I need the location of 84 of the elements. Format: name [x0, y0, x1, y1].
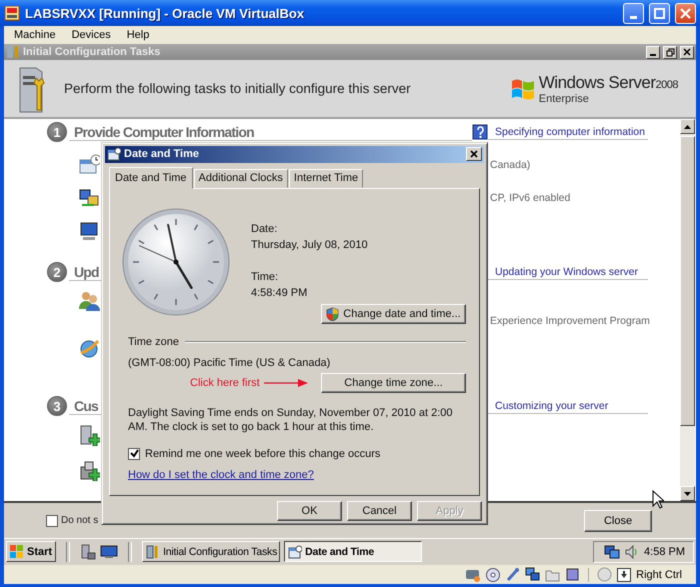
dialog-button[interactable]: Cancel: [347, 501, 412, 521]
task-detail: Canada): [490, 158, 532, 170]
close-button[interactable]: [466, 147, 482, 162]
network-icon[interactable]: [604, 544, 620, 558]
date-value: Thursday, July 08, 2010: [251, 238, 368, 253]
monitor-icon[interactable]: [78, 220, 100, 242]
calendar-icon: [107, 147, 121, 162]
close-icon: [680, 8, 691, 18]
help-link[interactable]: Specifying computer information: [488, 124, 645, 138]
task-detail: Experience Improvement Program: [490, 315, 651, 327]
check-icon: [130, 449, 138, 458]
close-icon: [682, 48, 692, 56]
annotation-arrow: [264, 378, 308, 387]
product-name: Windows Server2008: [538, 72, 678, 92]
volume-icon[interactable]: [625, 544, 640, 558]
scroll-up-icon: [684, 124, 691, 128]
calendar-clock-icon[interactable]: [78, 154, 100, 176]
calendar-icon: [288, 544, 302, 558]
optical-disc-icon[interactable]: [485, 567, 500, 582]
change-time-zone-button[interactable]: Change time zone...: [321, 372, 466, 393]
annotation-text: Click here first: [190, 376, 260, 389]
tools-icon: [146, 544, 160, 558]
users-icon[interactable]: [78, 289, 100, 311]
step-number: 2: [47, 262, 67, 282]
date-label: Date:: [251, 222, 278, 237]
maximize-icon: [654, 8, 665, 18]
close-icon: [470, 150, 478, 158]
header-text: Perform the following tasks to initially configure this server: [64, 81, 412, 96]
step-number: 3: [47, 396, 67, 416]
monitor-icon[interactable]: [100, 544, 118, 558]
product-edition: Enterprise: [538, 92, 590, 104]
checkbox-label: Remind me one week before this change occurs: [145, 448, 380, 460]
restore-button[interactable]: [663, 46, 677, 58]
checkbox[interactable]: [46, 514, 58, 526]
tools-icon: [6, 45, 20, 59]
minimize-icon: [650, 54, 656, 56]
menu-item[interactable]: Devices: [64, 29, 119, 41]
scroll-down-icon: [684, 492, 691, 496]
start-button[interactable]: Start: [6, 541, 56, 562]
task-detail: CP, IPv6 enabled: [490, 192, 572, 204]
section-heading: Time zone: [128, 336, 179, 348]
scrollbar[interactable]: [680, 119, 695, 501]
storage-add-icon[interactable]: [78, 458, 100, 480]
window-title: LABSRVXX [Running] - Oracle VM VirtualBox: [25, 6, 306, 20]
close-button[interactable]: [680, 46, 694, 58]
taskbar-button[interactable]: Initial Configuration Tasks: [142, 541, 280, 562]
network-icon[interactable]: [525, 567, 540, 582]
close-button[interactable]: Close: [584, 510, 652, 532]
dialog-button[interactable]: OK: [277, 501, 342, 521]
network-icon[interactable]: [78, 186, 100, 208]
restore-icon: [666, 48, 674, 56]
dialog-title: Date and Time: [124, 148, 200, 160]
section-title: Provide Computer Information: [69, 124, 472, 140]
maximize-button[interactable]: [649, 2, 670, 24]
taskbar-button[interactable]: Date and Time: [284, 541, 422, 562]
time-zone-value: (GMT-08:00) Pacific Time (US & Canada): [128, 356, 332, 369]
app-title: Initial Configuration Tasks: [23, 46, 162, 58]
server-manager-icon[interactable]: [80, 544, 96, 560]
usb-icon[interactable]: [505, 567, 520, 582]
menu-item[interactable]: Machine: [6, 29, 64, 41]
checkbox[interactable]: [128, 448, 140, 460]
app-icon: [4, 5, 20, 21]
clock-time: 4:58 PM: [644, 546, 685, 558]
host-key-label: Right Ctrl: [636, 568, 682, 580]
time-value: 4:58:49 PM: [251, 286, 308, 301]
help-link[interactable]: Updating your Windows server: [488, 264, 638, 278]
tab[interactable]: Date and Time: [109, 166, 193, 189]
minimize-icon: [630, 16, 637, 18]
help-link[interactable]: Customizing your server: [488, 398, 608, 412]
help-link[interactable]: How do I set the clock and time zone?: [128, 468, 314, 481]
globe-icon[interactable]: [78, 338, 100, 360]
chip-icon[interactable]: [565, 567, 580, 582]
change-date-time-button[interactable]: Change date and time...: [321, 304, 466, 324]
windows-logo-icon: [510, 76, 536, 100]
minimize-button[interactable]: [646, 46, 660, 58]
step-number: 1: [47, 122, 67, 142]
shield-icon: [326, 306, 340, 321]
menu-item[interactable]: Help: [118, 29, 158, 41]
checkbox-label: Do not s: [61, 515, 98, 526]
tab[interactable]: Additional Clocks: [194, 168, 288, 188]
tab[interactable]: Internet Time: [288, 168, 364, 188]
server-add-icon[interactable]: [78, 424, 100, 446]
windows-flag-icon: [10, 545, 24, 558]
help-icon: [472, 124, 488, 140]
